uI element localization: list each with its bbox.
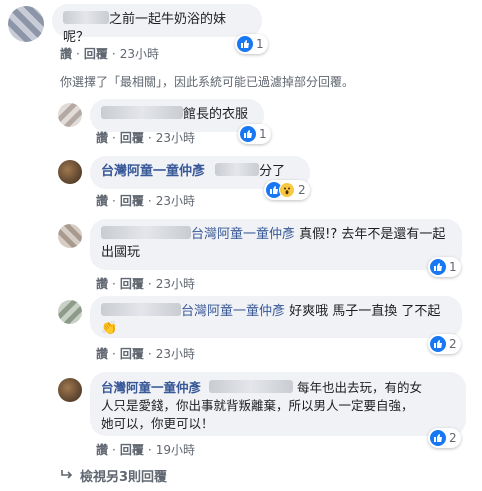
reaction-count-text: 2 [298, 183, 306, 197]
reaction-count[interactable]: 2 [428, 334, 461, 354]
comment-text: 分了 [259, 164, 286, 179]
comment-text-line: 每年也出去玩，有的女 [296, 380, 422, 395]
reaction-count[interactable]: 2 [264, 180, 310, 200]
like-reaction-icon [240, 126, 256, 142]
reaction-count-text: 2 [449, 431, 457, 445]
like-reaction-icon [430, 430, 446, 446]
reaction-count[interactable]: 1 [238, 124, 271, 144]
view-more-replies-link[interactable]: 檢視另3則回覆 [80, 466, 167, 485]
comment-text: 好爽哦 馬子一直換 了不起 [289, 304, 441, 319]
blurred-author-name[interactable] [101, 303, 181, 316]
like-reaction-icon [430, 259, 446, 275]
tagged-page[interactable]: 台灣阿童一童仲彥 [191, 227, 295, 242]
like-link[interactable]: 讚 [96, 441, 108, 458]
tagged-page[interactable]: 台灣阿童一童仲彥 [181, 304, 285, 319]
timestamp[interactable]: 23小時 [156, 345, 195, 362]
comment-actions: 讚 · 回覆 · 23小時 [96, 345, 195, 362]
comment-text-line: 她可以，你更可以！ [101, 416, 214, 431]
reply-link[interactable]: 回覆 [120, 129, 144, 146]
reaction-count-text: 1 [449, 260, 457, 274]
comment-bubble: 台灣阿童一童仲彥 真假!? 去年不是還有一起 出國玩 [90, 219, 462, 270]
comment-author[interactable]: 台灣阿童一童仲彥 [101, 380, 201, 395]
like-link[interactable]: 讚 [96, 275, 108, 292]
commenter-avatar[interactable] [58, 224, 82, 248]
reaction-count-text: 1 [256, 37, 264, 51]
blurred-author-name[interactable] [101, 106, 183, 119]
comment-actions: 讚 · 回覆 · 23小時 [96, 129, 195, 146]
page-avatar[interactable] [58, 378, 82, 402]
commenter-avatar[interactable] [58, 300, 82, 324]
reaction-count-text: 1 [259, 127, 267, 141]
blurred-tag[interactable] [215, 163, 260, 176]
comment-bubble: 台灣阿童一童仲彥 每年也出去玩，有的女 人只是愛錢，你出事就背叛離棄，所以男人一… [90, 372, 466, 436]
reaction-count-text: 2 [449, 337, 457, 351]
comment-actions: 讚 · 回覆 · 23小時 [60, 45, 159, 62]
page-avatar[interactable] [58, 160, 82, 184]
like-link[interactable]: 讚 [96, 129, 108, 146]
comment-text-line: 真假!? 去年不是還有一起 [299, 227, 446, 242]
blurred-tag[interactable] [209, 380, 293, 393]
blurred-author-name[interactable] [101, 226, 191, 239]
comment-author[interactable]: 台灣阿童一童仲彥 [101, 164, 205, 179]
reply-link[interactable]: 回覆 [120, 275, 144, 292]
comment-bubble: 之前一起牛奶浴的妹呢？ [52, 4, 262, 45]
blurred-author-name[interactable] [63, 11, 109, 24]
wow-reaction-icon [279, 182, 295, 198]
commenter-avatar[interactable] [8, 6, 44, 42]
like-link[interactable]: 讚 [96, 192, 108, 209]
like-link[interactable]: 讚 [96, 345, 108, 362]
reaction-count[interactable]: 1 [428, 257, 461, 277]
timestamp[interactable]: 19小時 [156, 441, 195, 458]
commenter-avatar[interactable] [58, 103, 82, 127]
timestamp[interactable]: 23小時 [156, 192, 195, 209]
timestamp[interactable]: 23小時 [120, 45, 159, 62]
timestamp[interactable]: 23小時 [156, 129, 195, 146]
comment-text: 館長的衣服 [183, 107, 249, 122]
reaction-count[interactable]: 1 [235, 34, 268, 54]
clapping-hands-icon: 👏 [101, 321, 118, 336]
reply-link[interactable]: 回覆 [120, 345, 144, 362]
comment-text-line: 人只是愛錢，你出事就背叛離棄，所以男人一定要自強， [101, 398, 414, 413]
like-reaction-icon [237, 36, 253, 52]
comment-actions: 讚 · 回覆 · 23小時 [96, 192, 195, 209]
reply-link[interactable]: 回覆 [120, 192, 144, 209]
filter-notice: 你選擇了「最相關」，因此系統可能已過濾掉部分回覆。 [60, 75, 355, 89]
comment-bubble: 台灣阿童一童仲彥 好爽哦 馬子一直換 了不起 👏 [90, 296, 462, 338]
reaction-count[interactable]: 2 [428, 428, 461, 448]
timestamp[interactable]: 23小時 [156, 275, 195, 292]
like-link[interactable]: 讚 [60, 45, 72, 62]
comment-actions: 讚 · 回覆 · 19小時 [96, 441, 195, 458]
comment-bubble: 館長的衣服 [90, 99, 264, 132]
comment-actions: 讚 · 回覆 · 23小時 [96, 275, 195, 292]
like-reaction-icon [430, 336, 446, 352]
reply-link[interactable]: 回覆 [120, 441, 144, 458]
comment-text-line: 出國玩 [101, 245, 141, 260]
reply-arrow-icon [60, 466, 74, 485]
reply-link[interactable]: 回覆 [84, 45, 108, 62]
